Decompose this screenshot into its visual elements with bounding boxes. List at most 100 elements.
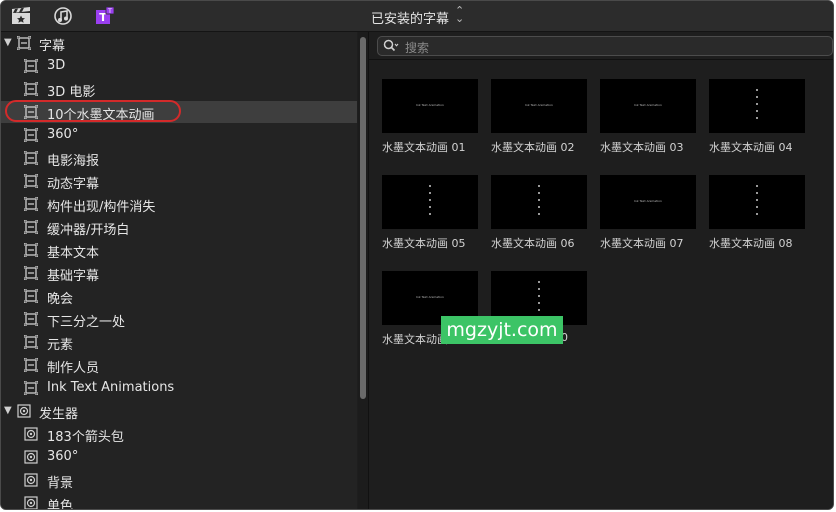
title-frame-icon	[24, 289, 38, 303]
sidebar-item-label: 动态字幕	[47, 177, 100, 192]
highlight-annotation	[5, 100, 181, 122]
thumbnail-vertical-text	[756, 185, 758, 219]
disclosure-triangle-icon[interactable]: ▼	[4, 405, 12, 416]
sidebar-item[interactable]: 构件出现/构件消失	[1, 193, 357, 215]
sidebar-group-titles[interactable]: ▼ 字幕	[1, 32, 357, 54]
thumbnail-vertical-text	[429, 185, 431, 219]
sidebar-item-label: 3D 电影	[47, 85, 96, 100]
search-placeholder[interactable]: 搜索	[405, 39, 429, 56]
thumbnail-vertical-text	[538, 185, 540, 219]
sidebar-item[interactable]: 基础字幕	[1, 262, 357, 284]
disclosure-triangle-icon[interactable]: ▼	[4, 37, 12, 48]
title-thumbnail[interactable]: Ink Text Animation	[382, 79, 478, 133]
sidebar-item-label: 构件出现/构件消失	[47, 200, 156, 215]
title-frame-icon	[24, 59, 38, 73]
thumbnail-preview-text: Ink Text Animation	[634, 103, 662, 107]
thumbnail-vertical-text	[756, 89, 758, 123]
sidebar-item[interactable]: 背景	[1, 469, 357, 491]
thumbnail-caption: 水墨文本动画 03	[600, 141, 684, 154]
sidebar-item[interactable]: 晚会	[1, 285, 357, 307]
sidebar-item[interactable]: Ink Text Animations	[1, 377, 357, 399]
clapper-icon[interactable]	[11, 7, 31, 25]
sidebar-item-label: 电影海报	[47, 154, 100, 169]
sidebar-group-generators[interactable]: ▼ 发生器	[1, 400, 357, 422]
title-thumbnail[interactable]	[709, 175, 805, 229]
sidebar-item-label: Ink Text Animations	[47, 380, 175, 395]
title-frame-icon	[17, 36, 31, 50]
generator-icon	[24, 473, 38, 487]
sidebar-item[interactable]: 3D	[1, 55, 357, 77]
sidebar-item-label: 制作人员	[47, 361, 100, 376]
search-icon[interactable]	[383, 39, 399, 53]
sidebar-item[interactable]: 电影海报	[1, 147, 357, 169]
thumbnail-preview-text: Ink Text Animation	[416, 295, 444, 299]
sidebar-group-label: 字幕	[39, 39, 66, 54]
title-frame-icon	[24, 220, 38, 234]
sidebar-item[interactable]: 3D 电影	[1, 78, 357, 100]
generator-icon	[24, 450, 38, 464]
generator-icon	[17, 404, 31, 418]
thumbnail-caption: 水墨文本动画 07	[600, 237, 684, 250]
sidebar-item[interactable]: 制作人员	[1, 354, 357, 376]
library-title[interactable]: 已安装的字幕	[371, 8, 449, 27]
thumbnail-caption: 水墨文本动画 02	[491, 141, 575, 154]
thumbnail-preview-text: Ink Text Animation	[416, 103, 444, 107]
title-thumbnail[interactable]	[709, 79, 805, 133]
thumbnail-caption: 水墨文本动画 08	[709, 237, 793, 250]
sidebar-item[interactable]: 缓冲器/开场白	[1, 216, 357, 238]
sidebar-item-label: 晚会	[47, 292, 74, 307]
thumbnail-vertical-text	[538, 281, 540, 315]
sidebar-item-label: 缓冲器/开场白	[47, 223, 130, 238]
title-frame-icon	[24, 151, 38, 165]
title-frame-icon	[24, 128, 38, 142]
generator-icon	[24, 427, 38, 441]
title-frame-icon	[24, 358, 38, 372]
sidebar-item-label: 360°	[47, 127, 79, 142]
sidebar-item-label: 元素	[47, 338, 74, 353]
thumbnail-caption: 水墨文本动画 05	[382, 237, 466, 250]
title-frame-icon	[24, 381, 38, 395]
sidebar-item-label: 背景	[47, 476, 74, 491]
sidebar-item-label: 下三分之一处	[47, 315, 126, 330]
thumbnail-caption: 水墨文本动画	[382, 333, 448, 346]
thumbnail-caption: 水墨文本动画 01	[382, 141, 466, 154]
sidebar-item-label: 183个箭头包	[47, 430, 124, 445]
title-frame-icon	[24, 243, 38, 257]
title-frame-icon	[24, 82, 38, 96]
titles-icon[interactable]: T T	[95, 7, 115, 25]
title-thumbnail[interactable]	[382, 175, 478, 229]
music-icon[interactable]	[53, 7, 73, 25]
title-thumbnail[interactable]: Ink Text Animation	[491, 79, 587, 133]
title-chevron-icon[interactable]: ⌃ ⌄	[455, 5, 464, 24]
thumbnail-preview-text: Ink Text Animation	[634, 199, 662, 203]
title-thumbnail[interactable]: Ink Text Animation	[600, 79, 696, 133]
sidebar-item[interactable]: 下三分之一处	[1, 308, 357, 330]
toolbar: T T 已安装的字幕 ⌃ ⌄	[1, 1, 833, 32]
title-thumbnail[interactable]: Ink Text Animation	[600, 175, 696, 229]
sidebar-item-label: 360°	[47, 449, 79, 464]
title-frame-icon	[24, 312, 38, 326]
sidebar-item[interactable]: 单色	[1, 492, 357, 509]
app-window: T T 已安装的字幕 ⌃ ⌄ ▼ 字幕 3D 3D 电影 10个水墨文本动画 360° 电…	[0, 0, 834, 510]
sidebar-item[interactable]: 183个箭头包	[1, 423, 357, 445]
watermark: mgzyjt.com	[441, 316, 563, 344]
sidebar-item[interactable]: 360°	[1, 446, 357, 468]
sidebar-item-label: 3D	[47, 58, 66, 73]
sidebar-item[interactable]: 动态字幕	[1, 170, 357, 192]
svg-text:T: T	[107, 8, 112, 15]
search-field[interactable]	[377, 36, 833, 56]
divider	[369, 59, 833, 60]
title-frame-icon	[24, 197, 38, 211]
sidebar-group-label: 发生器	[39, 407, 79, 422]
title-thumbnail[interactable]	[491, 175, 587, 229]
sidebar-item[interactable]: 基本文本	[1, 239, 357, 261]
sidebar-item[interactable]: 元素	[1, 331, 357, 353]
thumbnail-caption: 水墨文本动画 04	[709, 141, 793, 154]
sidebar-item-label: 基础字幕	[47, 269, 100, 284]
generator-icon	[24, 496, 38, 509]
title-frame-icon	[24, 174, 38, 188]
sidebar-item-label: 基本文本	[47, 246, 100, 261]
sidebar-item[interactable]: 360°	[1, 124, 357, 146]
title-frame-icon	[24, 335, 38, 349]
scrollbar-thumb[interactable]	[360, 37, 366, 399]
